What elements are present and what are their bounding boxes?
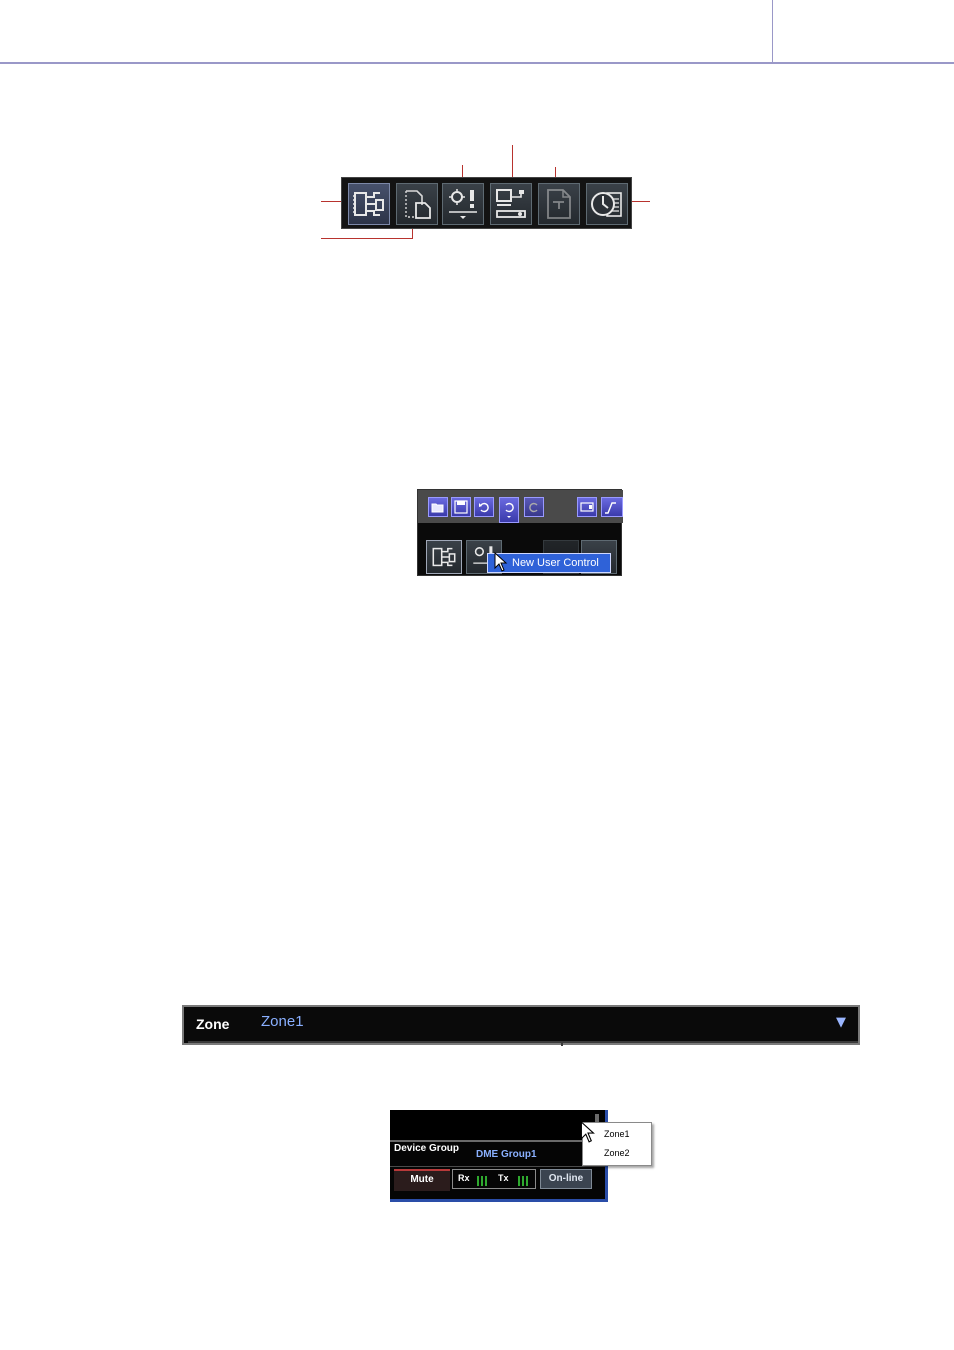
- monitor-icon: [580, 502, 594, 512]
- save-icon: [454, 500, 468, 514]
- device-group-value: DME Group1: [476, 1149, 537, 1160]
- rx-meter-icon: [477, 1176, 487, 1186]
- undo-list-button[interactable]: [499, 497, 519, 523]
- component-editor-icon: [353, 192, 384, 216]
- redo-icon: [529, 502, 538, 513]
- header-rule: [0, 62, 954, 64]
- device-group-label: Device Group: [394, 1143, 460, 1154]
- component-editor-button[interactable]: [348, 183, 390, 225]
- open-button[interactable]: [428, 497, 448, 517]
- undo-list-icon: [505, 502, 514, 518]
- user-module-sheet-icon: [405, 190, 431, 219]
- header-bracket: [772, 0, 773, 62]
- scheduler-icon: [591, 192, 622, 217]
- monitor-button[interactable]: [577, 497, 597, 517]
- zone-bar-mini[interactable]: [390, 1110, 605, 1142]
- save-button[interactable]: [451, 497, 471, 517]
- zone-value[interactable]: Zone1: [261, 1013, 304, 1030]
- tx-meter-icon: [518, 1176, 528, 1186]
- undo-icon: [479, 502, 489, 513]
- zone-selector[interactable]: Zone Zone1 ▼: [182, 1005, 860, 1046]
- edit-page-button[interactable]: [538, 183, 580, 225]
- level-meter-button[interactable]: [601, 497, 623, 517]
- device-group-panel: Device Group DME Group1 Mute Rx Tx On-li…: [390, 1110, 608, 1202]
- open-icon: [431, 503, 444, 513]
- tx-label: Tx: [498, 1173, 509, 1183]
- divider: [390, 1166, 605, 1167]
- edit-page-icon: [547, 189, 571, 219]
- rx-label: Rx: [458, 1173, 470, 1183]
- redo-button[interactable]: [524, 497, 544, 517]
- component-editor-button-small[interactable]: [426, 540, 462, 574]
- online-button[interactable]: On-line: [540, 1169, 592, 1189]
- mute-button[interactable]: Mute: [394, 1169, 450, 1191]
- user-control-button[interactable]: [442, 183, 484, 225]
- zone-option-1[interactable]: Zone1: [604, 1129, 630, 1139]
- zone-option-2[interactable]: Zone2: [604, 1148, 630, 1158]
- device-config-icon: [496, 189, 526, 218]
- zone-divider: [561, 1041, 563, 1046]
- component-editor-icon: [432, 547, 456, 567]
- user-control-icon: [449, 189, 477, 219]
- triangle-down-icon[interactable]: ▼: [836, 1015, 846, 1030]
- level-meter-icon: [605, 502, 616, 514]
- zone-label: Zone: [196, 1016, 230, 1032]
- main-toolbar: [341, 177, 632, 229]
- scheduler-button[interactable]: [586, 183, 628, 225]
- mouse-cursor-icon: [580, 1121, 595, 1143]
- zone-bottom-border: [188, 1041, 858, 1043]
- undo-button[interactable]: [474, 497, 494, 517]
- device-config-button[interactable]: [490, 183, 532, 225]
- mouse-cursor-icon: [494, 552, 508, 572]
- rx-tx-indicator: Rx Tx: [452, 1169, 536, 1189]
- user-control-menu-screenshot: New User Control: [417, 489, 623, 576]
- user-module-sheet-button[interactable]: [396, 183, 438, 225]
